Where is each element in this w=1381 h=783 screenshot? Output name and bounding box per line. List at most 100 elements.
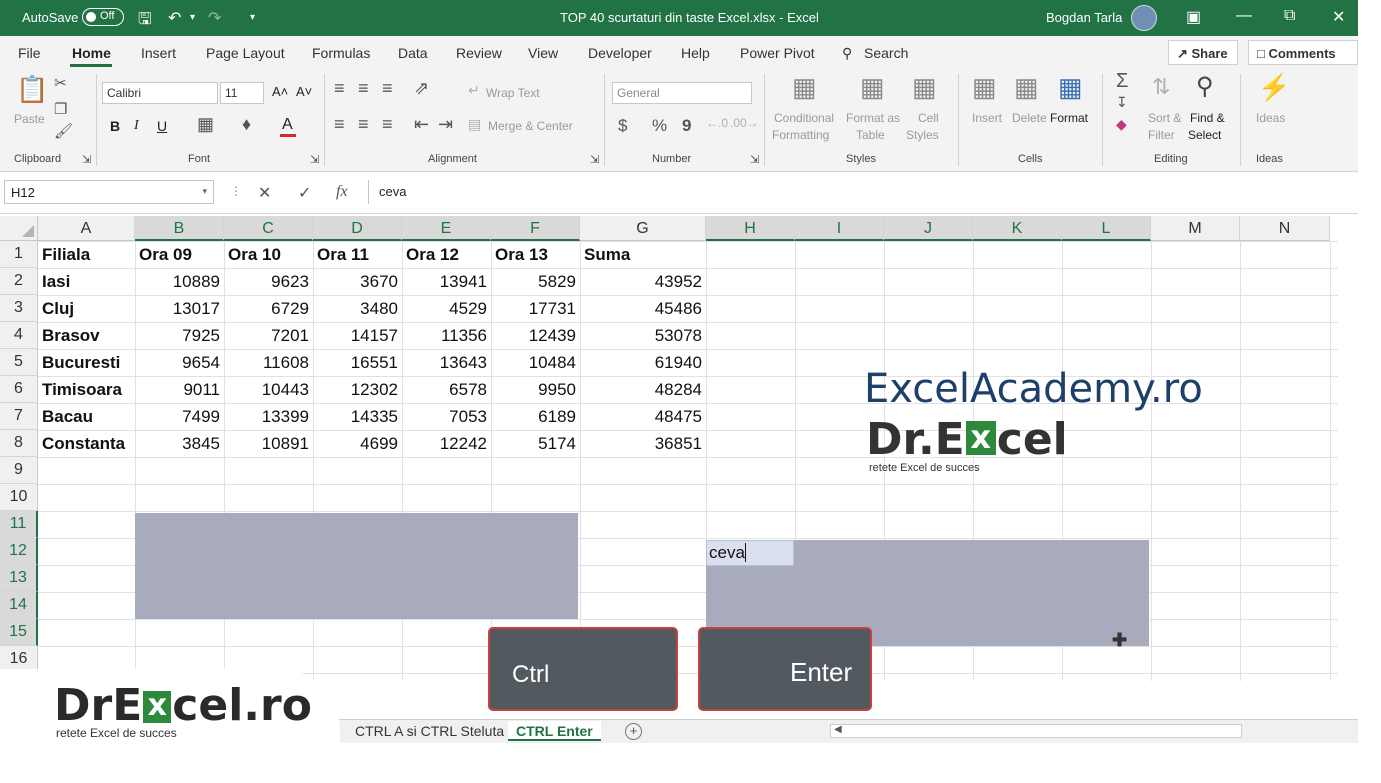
- cell-a4[interactable]: Brasov: [38, 322, 135, 349]
- number-format-select[interactable]: General: [612, 82, 752, 104]
- cell-e8[interactable]: 12242: [402, 430, 491, 457]
- cell-d5[interactable]: 16551: [313, 349, 402, 376]
- find-select-icon[interactable]: ⚲: [1196, 72, 1214, 101]
- wrap-text-button[interactable]: Wrap Text: [486, 86, 540, 100]
- cell-d7[interactable]: 14335: [313, 403, 402, 430]
- column-header-g[interactable]: G: [580, 216, 706, 241]
- undo-icon[interactable]: ↶: [168, 8, 181, 28]
- tab-developer[interactable]: Developer: [588, 45, 652, 61]
- cell-g8[interactable]: 36851: [580, 430, 706, 457]
- cell-g3[interactable]: 45486: [580, 295, 706, 322]
- insert-cells-icon[interactable]: ▦: [972, 72, 997, 103]
- cell-b2[interactable]: 10889: [135, 268, 224, 295]
- cell-d1[interactable]: Ora 11: [313, 241, 402, 268]
- align-middle-icon[interactable]: ≡: [358, 78, 369, 99]
- cell-f6[interactable]: 9950: [491, 376, 580, 403]
- column-header-a[interactable]: A: [38, 216, 135, 241]
- cell-c7[interactable]: 13399: [224, 403, 313, 430]
- ideas-icon[interactable]: ⚡: [1258, 72, 1290, 103]
- tab-file[interactable]: File: [18, 45, 41, 61]
- cell-f8[interactable]: 5174: [491, 430, 580, 457]
- cell-c4[interactable]: 7201: [224, 322, 313, 349]
- ribbon-display-icon[interactable]: ▣: [1186, 7, 1201, 27]
- format-as-table-label-1[interactable]: Format as: [846, 111, 900, 125]
- cell-c1[interactable]: Ora 10: [224, 241, 313, 268]
- cell-b6[interactable]: 9011: [135, 376, 224, 403]
- cell-a7[interactable]: Bacau: [38, 403, 135, 430]
- borders-icon[interactable]: ▦: [197, 114, 214, 135]
- cell-f5[interactable]: 10484: [491, 349, 580, 376]
- dialog-launcher-icon[interactable]: ⇲: [310, 153, 319, 166]
- cell-d8[interactable]: 4699: [313, 430, 402, 457]
- increase-indent-icon[interactable]: ⇥: [438, 114, 453, 135]
- cell-b7[interactable]: 7499: [135, 403, 224, 430]
- column-header-h[interactable]: H: [706, 216, 795, 241]
- user-name[interactable]: Bogdan Tarla: [1046, 10, 1122, 25]
- cell-b3[interactable]: 13017: [135, 295, 224, 322]
- column-header-m[interactable]: M: [1151, 216, 1240, 241]
- cell-f3[interactable]: 17731: [491, 295, 580, 322]
- scroll-left-icon[interactable]: ◀: [834, 724, 842, 735]
- cell-d6[interactable]: 12302: [313, 376, 402, 403]
- cell-a2[interactable]: Iasi: [38, 268, 135, 295]
- sheet-tab-ctrl-enter[interactable]: CTRL Enter: [508, 721, 601, 741]
- increase-decimal-icon[interactable]: ←.0: [706, 116, 728, 130]
- horizontal-scrollbar[interactable]: [830, 724, 1242, 738]
- cell-e5[interactable]: 13643: [402, 349, 491, 376]
- selected-range-b11-f14[interactable]: [135, 513, 578, 619]
- sort-filter-icon[interactable]: ⇅: [1152, 74, 1170, 100]
- comma-button[interactable]: 9: [682, 116, 691, 136]
- decrease-indent-icon[interactable]: ⇤: [414, 114, 429, 135]
- column-header-n[interactable]: N: [1240, 216, 1330, 241]
- insert-function-button[interactable]: fx: [336, 183, 348, 201]
- row-header-15[interactable]: 15: [0, 619, 38, 646]
- cell-g2[interactable]: 43952: [580, 268, 706, 295]
- shrink-font-button[interactable]: A˅: [296, 84, 312, 99]
- currency-button[interactable]: $: [618, 116, 627, 136]
- column-header-f[interactable]: F: [491, 216, 580, 241]
- dialog-launcher-icon[interactable]: ⇲: [750, 153, 759, 166]
- fill-color-icon[interactable]: ♦: [242, 114, 251, 135]
- cell-d4[interactable]: 14157: [313, 322, 402, 349]
- confirm-entry-icon[interactable]: ✓: [298, 183, 311, 203]
- column-header-i[interactable]: I: [795, 216, 884, 241]
- cell-f7[interactable]: 6189: [491, 403, 580, 430]
- sort-filter-label-2[interactable]: Filter: [1148, 128, 1175, 142]
- align-top-icon[interactable]: ≡: [334, 78, 345, 99]
- tab-insert[interactable]: Insert: [141, 45, 176, 61]
- search-icon[interactable]: ⚲: [842, 45, 852, 62]
- cell-c6[interactable]: 10443: [224, 376, 313, 403]
- cell-a5[interactable]: Bucuresti: [38, 349, 135, 376]
- grow-font-button[interactable]: A˄: [272, 84, 288, 99]
- format-cells-button[interactable]: Format: [1050, 111, 1088, 125]
- fill-icon[interactable]: ↧: [1116, 94, 1128, 111]
- cell-a6[interactable]: Timisoara: [38, 376, 135, 403]
- column-header-k[interactable]: K: [973, 216, 1062, 241]
- merge-icon[interactable]: ▤: [468, 116, 481, 133]
- cell-b5[interactable]: 9654: [135, 349, 224, 376]
- find-select-label-1[interactable]: Find &: [1190, 111, 1225, 125]
- underline-button[interactable]: U: [157, 118, 167, 134]
- ideas-button[interactable]: Ideas: [1256, 111, 1285, 125]
- cell-f2[interactable]: 5829: [491, 268, 580, 295]
- tell-me-search[interactable]: Search: [864, 45, 908, 61]
- row-header-2[interactable]: 2: [0, 268, 38, 295]
- bold-button[interactable]: B: [110, 118, 120, 134]
- row-header-4[interactable]: 4: [0, 322, 38, 349]
- tab-home[interactable]: Home: [72, 45, 111, 61]
- row-header-8[interactable]: 8: [0, 430, 38, 457]
- cell-d2[interactable]: 3670: [313, 268, 402, 295]
- row-header-10[interactable]: 10: [0, 484, 38, 511]
- row-header-11[interactable]: 11: [0, 511, 38, 538]
- copy-icon[interactable]: ❐: [54, 100, 67, 118]
- undo-dropdown-icon[interactable]: ▾: [190, 12, 195, 23]
- column-header-e[interactable]: E: [402, 216, 491, 241]
- sheet-tab-ctrl-a[interactable]: CTRL A si CTRL Steluta: [355, 721, 504, 741]
- cell-a1[interactable]: Filiala: [38, 241, 135, 268]
- customize-toolbar-icon[interactable]: ▾: [250, 12, 255, 23]
- cell-c5[interactable]: 11608: [224, 349, 313, 376]
- cell-d3[interactable]: 3480: [313, 295, 402, 322]
- row-header-6[interactable]: 6: [0, 376, 38, 403]
- insert-cells-button[interactable]: Insert: [972, 111, 1002, 125]
- format-as-table-label-2[interactable]: Table: [856, 128, 885, 142]
